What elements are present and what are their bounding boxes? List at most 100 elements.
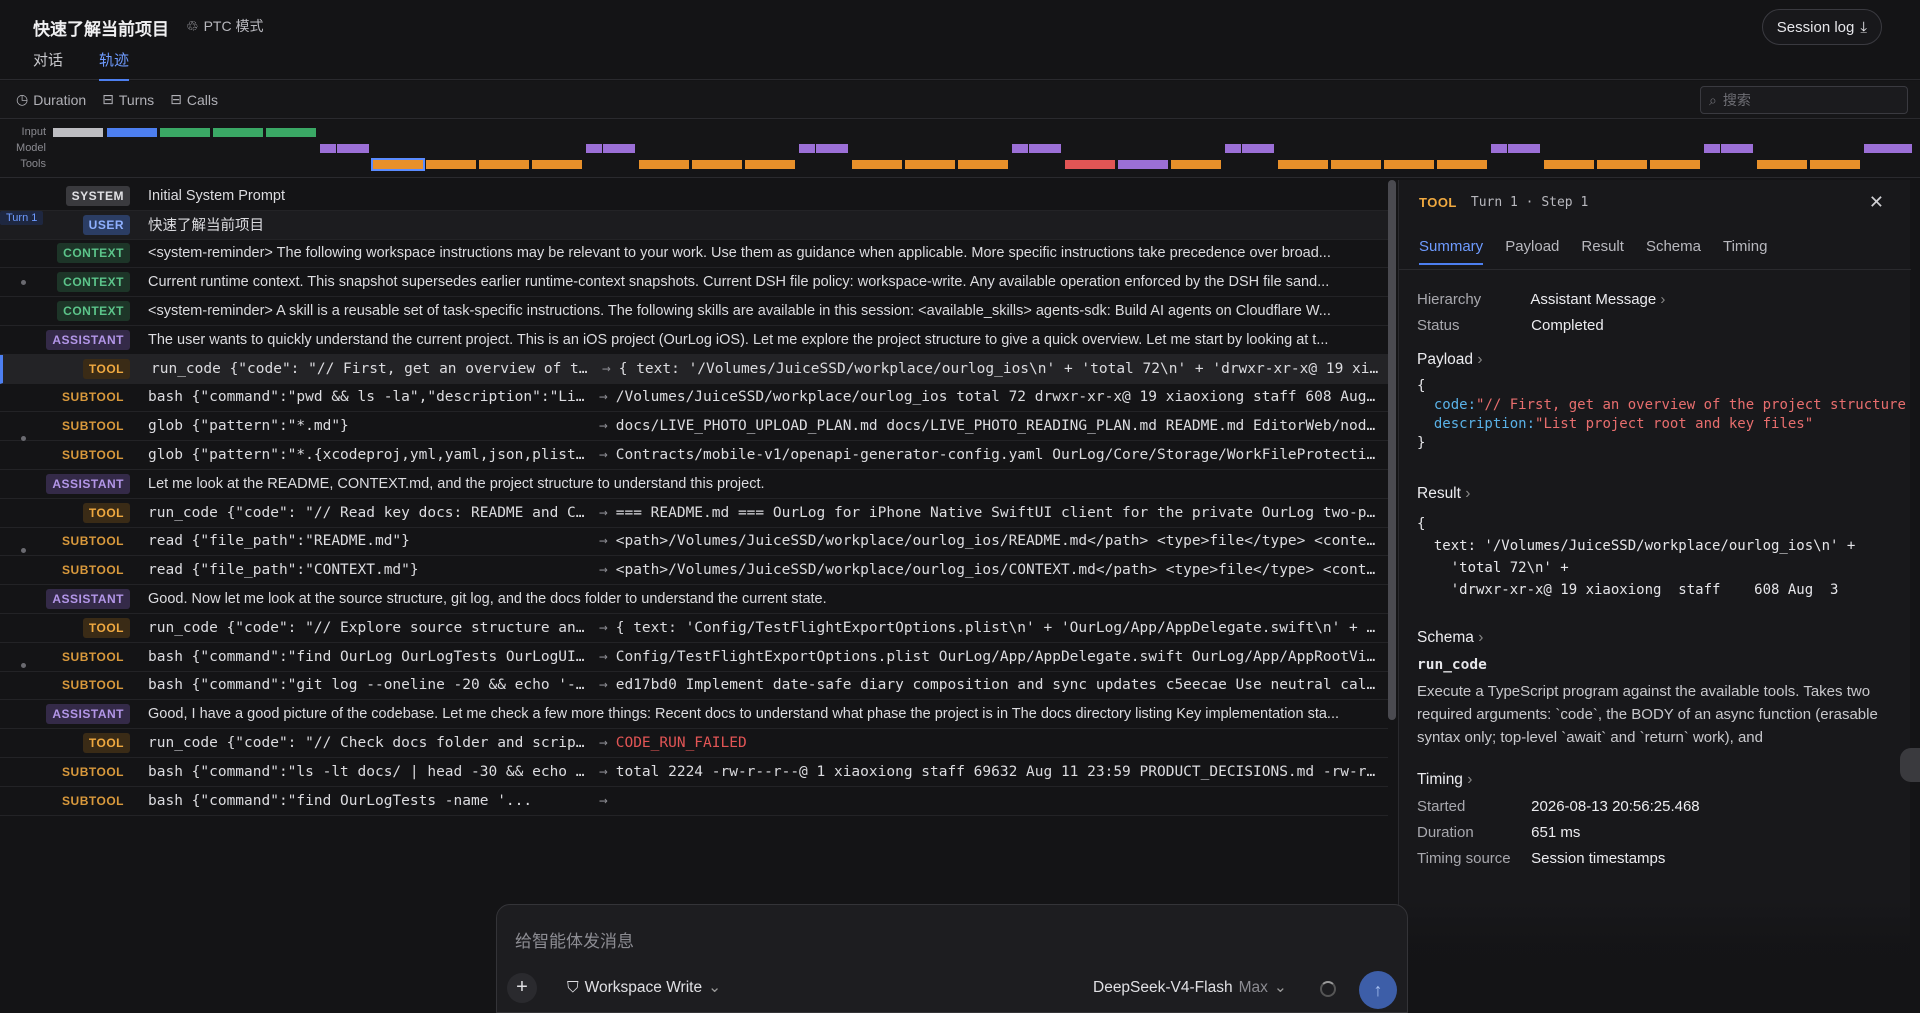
chevron-right-icon: › [1660, 291, 1666, 308]
payload-section-title[interactable]: Payload › [1417, 351, 1483, 369]
trace-row[interactable]: ASSISTANT The user wants to quickly under… [0, 326, 1388, 355]
status-value: Completed [1531, 317, 1604, 334]
timeline-bar[interactable] [905, 160, 955, 169]
timeline-bar[interactable] [1225, 144, 1241, 153]
trace-row[interactable]: SUBTOOL glob {"pattern":"*.{xcodeproj,yml… [0, 441, 1388, 470]
row-type-badge: TOOL [82, 502, 130, 523]
trace-row[interactable]: CONTEXT <system-reminder> A skill is a re… [0, 297, 1388, 326]
timeline-bar[interactable] [1650, 160, 1700, 169]
workspace-mode-select[interactable]: ⛉ Workspace Write ⌄ [567, 978, 721, 997]
timeline-bar[interactable] [1029, 144, 1061, 153]
trace-row[interactable]: TOOL run_code {"code": "// Read key docs:… [0, 499, 1388, 528]
close-icon[interactable]: ✕ [1869, 192, 1884, 213]
timeline-bar[interactable] [213, 128, 263, 137]
shield-icon: ⛉ [567, 978, 579, 996]
result-section-title[interactable]: Result › [1417, 485, 1470, 503]
timeline-bar[interactable] [532, 160, 582, 169]
trace-row[interactable]: USER 快速了解当前项目 [0, 210, 1388, 240]
arrow-up-icon: ↑ [1373, 980, 1383, 1000]
timeline-bar[interactable] [1171, 160, 1221, 169]
trace-row[interactable]: SUBTOOL read {"file_path":"CONTEXT.md"} → <… [0, 556, 1388, 586]
tab-payload[interactable]: Payload [1505, 238, 1559, 265]
calls-filter[interactable]: ⊟ Calls [170, 91, 218, 108]
tab-trajectory[interactable]: 轨迹 [99, 49, 130, 81]
session-log-label: Session log [1776, 18, 1855, 36]
tool-call-text: glob {"pattern":"*.md"} → docs/LIVE_PHOTO_… [148, 418, 1376, 434]
timeline-bar[interactable] [603, 144, 635, 153]
schema-section-title[interactable]: Schema › [1417, 629, 1483, 647]
tab-conversation[interactable]: 对话 [33, 49, 63, 81]
timeline-bar[interactable] [1721, 144, 1753, 153]
timeline-bar[interactable] [1118, 160, 1168, 169]
timing-section-title[interactable]: Timing › [1417, 771, 1472, 789]
timeline-bar[interactable] [1437, 160, 1487, 169]
trace-row[interactable]: TOOL run_code {"code": "// Explore source… [0, 614, 1388, 643]
trace-row[interactable]: SUBTOOL bash {"command":"find OurLog OurL… [0, 643, 1388, 672]
timeline-bar[interactable] [1491, 144, 1507, 153]
timeline-bar[interactable] [107, 128, 157, 137]
trace-row[interactable]: ASSISTANT Good. Now let me look at the so… [0, 585, 1388, 614]
trace-row[interactable]: ASSISTANT Let me look at the README, CONT… [0, 470, 1388, 499]
timeline-bar[interactable] [479, 160, 529, 169]
timeline-bar[interactable] [639, 160, 689, 169]
trace-row[interactable]: SUBTOOL bash {"command":"git log --onelin… [0, 672, 1388, 701]
message-composer[interactable]: 给智能体发消息 + ⛉ Workspace Write ⌄ DeepSeek-V… [496, 904, 1408, 1013]
trace-row[interactable]: CONTEXT <system-reminder> The following w… [0, 240, 1388, 269]
timeline-bar[interactable] [799, 144, 815, 153]
timeline-bar[interactable] [1810, 160, 1860, 169]
timeline-bar[interactable] [1704, 144, 1720, 153]
message-input[interactable]: 给智能体发消息 [515, 927, 634, 952]
timeline-bar[interactable] [1544, 160, 1594, 169]
timeline-bar[interactable] [337, 144, 369, 153]
ptc-mode-indicator[interactable]: ♲ PTC 模式 [186, 16, 263, 36]
duration-filter[interactable]: ◷ Duration [16, 91, 86, 108]
trace-row[interactable]: SUBTOOL glob {"pattern":"*.md"} → docs/LIVE… [0, 412, 1388, 442]
tab-summary[interactable]: Summary [1419, 238, 1484, 265]
timeline[interactable]: Input Model Tools [0, 120, 1920, 178]
tool-result: ed17bd0 Implement date-safe diary compos… [615, 677, 1376, 694]
tab-timing[interactable]: Timing [1723, 238, 1767, 265]
tab-result[interactable]: Result [1581, 238, 1624, 265]
send-button[interactable]: ↑ [1359, 971, 1397, 1009]
timeline-bar[interactable] [958, 160, 1008, 169]
timeline-bar[interactable] [426, 160, 476, 169]
timeline-bar[interactable] [1242, 144, 1274, 153]
timeline-bar[interactable] [1278, 160, 1328, 169]
avatar[interactable] [1900, 748, 1920, 782]
timeline-bar[interactable] [160, 128, 210, 137]
trace-row[interactable]: TOOL run_code {"code": "// Check docs fol… [0, 729, 1388, 758]
timeline-bar[interactable] [1508, 144, 1540, 153]
timeline-bar[interactable] [1065, 160, 1115, 169]
timeline-bar[interactable] [53, 128, 103, 137]
trace-row[interactable]: SUBTOOL read {"file_path":"README.md"} → <p… [0, 528, 1388, 557]
trace-row[interactable]: SUBTOOL bash {"command":"find OurLogTests… [0, 787, 1388, 816]
timeline-bar[interactable] [1757, 160, 1807, 169]
trace-row[interactable]: ASSISTANT Good, I have a good picture of … [0, 700, 1388, 730]
trace-row[interactable]: CONTEXT Current runtime context. This sna… [0, 268, 1388, 298]
timeline-bar[interactable] [1331, 160, 1381, 169]
timeline-bar[interactable] [1384, 160, 1434, 169]
tab-schema[interactable]: Schema [1646, 238, 1701, 265]
timeline-bar[interactable] [586, 144, 602, 153]
timeline-bar[interactable] [1864, 144, 1912, 153]
timeline-bar[interactable] [266, 128, 316, 137]
trace-row[interactable]: SUBTOOL bash {"command":"pwd && ls -la","… [0, 384, 1388, 413]
timeline-selection [371, 158, 425, 171]
trace-row[interactable]: SYSTEM Initial System Prompt [0, 182, 1388, 211]
timeline-bar[interactable] [816, 144, 848, 153]
timeline-bar[interactable] [1012, 144, 1028, 153]
timeline-bar[interactable] [852, 160, 902, 169]
trace-row[interactable]: SUBTOOL bash {"command":"ls -lt docs/ | h… [0, 758, 1388, 787]
timeline-bar[interactable] [320, 144, 336, 153]
timeline-bar[interactable] [1597, 160, 1647, 169]
trace-row[interactable]: TOOL run_code {"code": "// First, get an … [0, 354, 1388, 384]
timeline-bar[interactable] [745, 160, 795, 169]
model-select[interactable]: DeepSeek-V4-Flash Max ⌄ [1093, 978, 1287, 997]
search-input[interactable]: ⌕ 搜索 [1700, 86, 1908, 114]
timeline-bar[interactable] [692, 160, 742, 169]
add-attachment-button[interactable]: + [507, 973, 537, 1003]
list-scrollbar[interactable] [1388, 180, 1396, 720]
hierarchy-value[interactable]: Assistant Message › [1530, 291, 1665, 308]
session-log-button[interactable]: Session log ⤓ [1761, 9, 1882, 45]
turns-filter[interactable]: ⊟ Turns [102, 91, 154, 108]
